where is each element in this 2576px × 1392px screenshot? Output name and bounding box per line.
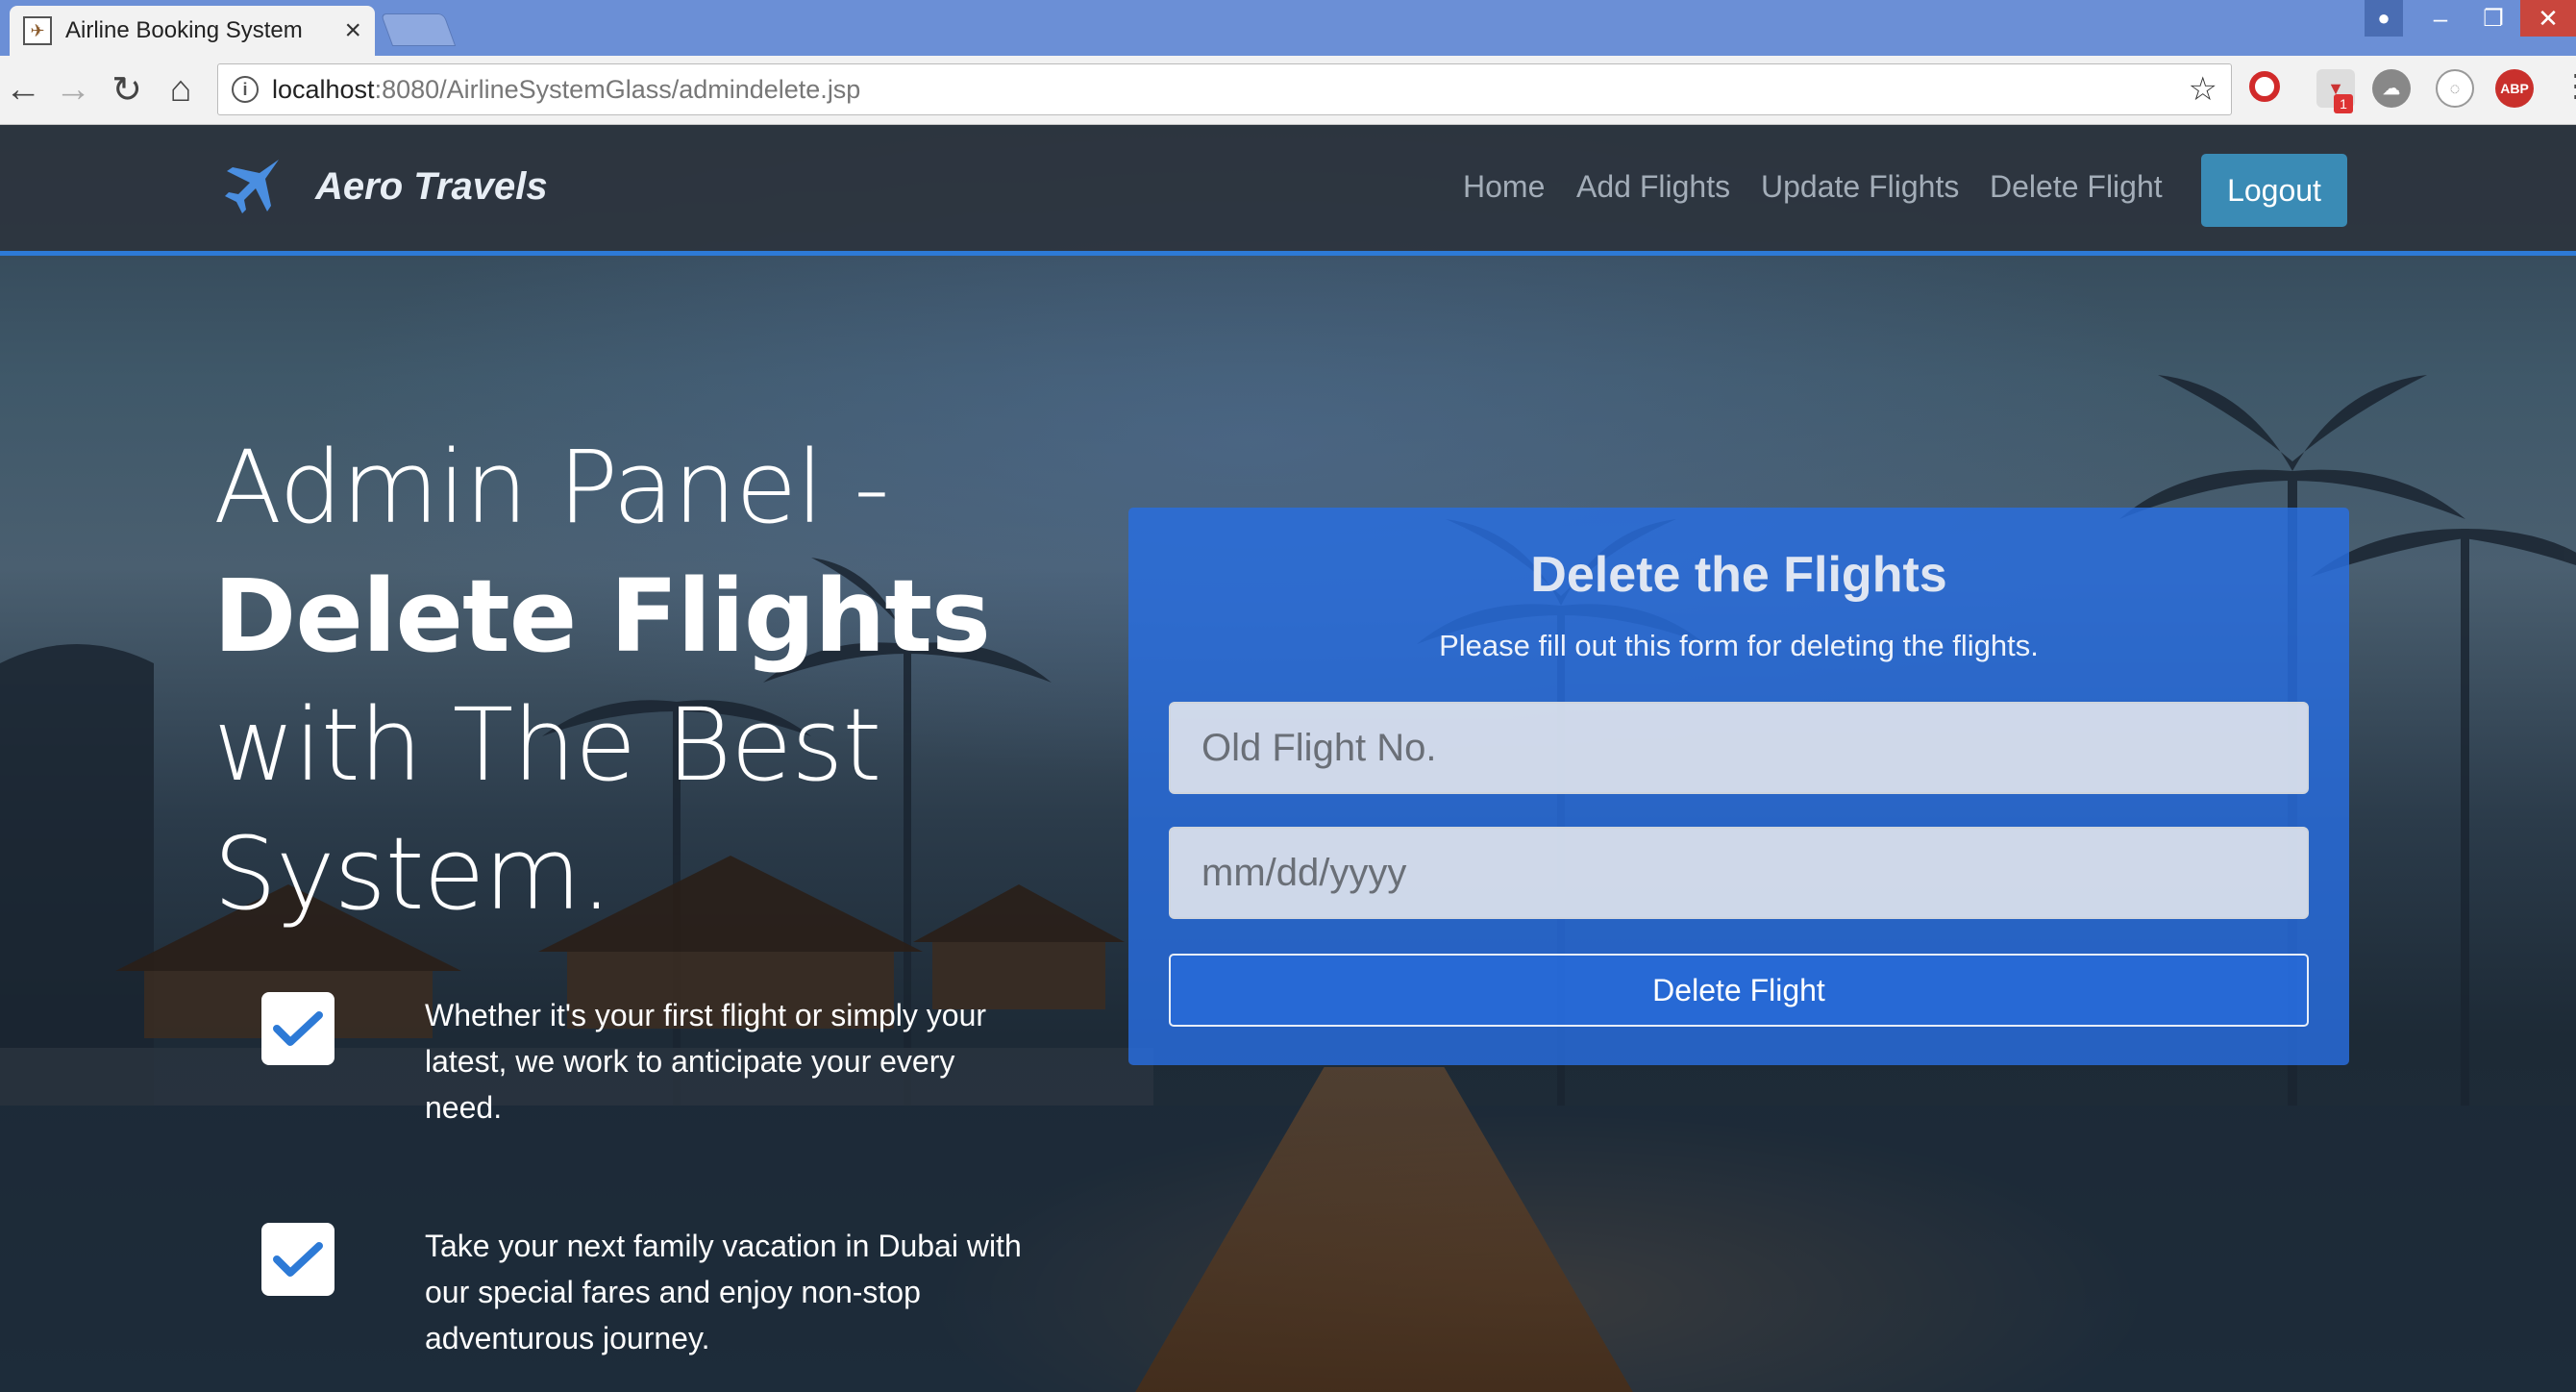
- brand-logo[interactable]: Aero Travels: [221, 156, 548, 217]
- cloud-extension-icon[interactable]: ☁: [2372, 69, 2411, 108]
- back-icon[interactable]: ←: [0, 65, 46, 113]
- checkmark-icon: [261, 992, 334, 1065]
- flight-date-input[interactable]: [1169, 827, 2309, 919]
- hero-line-1: Admin Panel -: [213, 429, 890, 546]
- feature-text: Take your next family vacation in Dubai …: [425, 1229, 1022, 1355]
- delete-flight-button[interactable]: Delete Flight: [1169, 954, 2309, 1027]
- airplane-icon: [225, 160, 279, 213]
- restore-button[interactable]: ❐: [2466, 0, 2520, 37]
- opera-extension-icon[interactable]: [2249, 71, 2280, 102]
- form-subtitle: Please fill out this form for deleting t…: [1439, 629, 2039, 662]
- form-title: Delete the Flights: [1530, 547, 1947, 603]
- close-tab-icon[interactable]: ×: [344, 14, 361, 47]
- info-icon[interactable]: i: [232, 76, 259, 103]
- browser-tab-strip: ✈ Airline Booking System × ● – ❐ ✕: [0, 0, 2576, 56]
- forward-icon[interactable]: →: [50, 65, 96, 113]
- ghostery-extension-icon[interactable]: ◌: [2436, 69, 2474, 108]
- extension-badge: 1: [2334, 94, 2353, 113]
- home-icon[interactable]: ⌂: [158, 65, 204, 113]
- new-tab-button[interactable]: [380, 13, 457, 46]
- adblock-extension-icon[interactable]: ABP: [2495, 69, 2534, 108]
- feature-item: Whether it's your first flight or simply…: [261, 992, 1040, 1131]
- hero-line-3: with The Best: [213, 686, 881, 804]
- url-host: localhost: [272, 74, 375, 104]
- nav-add-flights-link[interactable]: Add Flights: [1576, 169, 1730, 205]
- close-window-button[interactable]: ✕: [2520, 0, 2576, 37]
- minimize-button[interactable]: –: [2415, 0, 2466, 37]
- user-profile-icon[interactable]: ●: [2365, 0, 2403, 37]
- address-bar[interactable]: i localhost :8080/AirlineSystemGlass/adm…: [217, 63, 2232, 115]
- tab-title: Airline Booking System: [65, 17, 303, 43]
- top-navbar: Aero Travels Home Add Flights Update Fli…: [0, 125, 2576, 256]
- old-flight-number-input[interactable]: [1169, 702, 2309, 794]
- browser-toolbar: ← → ↻ ⌂ i localhost :8080/AirlineSystemG…: [0, 56, 2576, 125]
- hero-line-2: Delete Flights: [213, 558, 991, 675]
- page-content: Aero Travels Home Add Flights Update Fli…: [0, 125, 2576, 1392]
- url-path: :8080/AirlineSystemGlass/admindelete.jsp: [374, 74, 861, 104]
- nav-update-flights-link[interactable]: Update Flights: [1761, 169, 1959, 205]
- brand-name: Aero Travels: [315, 164, 548, 208]
- logout-button[interactable]: Logout: [2201, 154, 2347, 227]
- checkmark-icon: [261, 1223, 334, 1296]
- nav-delete-flight-link[interactable]: Delete Flight: [1990, 169, 2163, 205]
- favicon-icon: ✈: [23, 16, 52, 45]
- menu-kebab-icon[interactable]: ⋮: [2561, 67, 2576, 104]
- nav-home-link[interactable]: Home: [1463, 169, 1545, 205]
- bookmark-star-icon[interactable]: ☆: [2189, 70, 2217, 109]
- reload-icon[interactable]: ↻: [104, 65, 150, 113]
- browser-tab[interactable]: ✈ Airline Booking System ×: [10, 6, 375, 56]
- hero-line-4: System.: [213, 815, 612, 932]
- feature-item: Take your next family vacation in Dubai …: [261, 1223, 1040, 1361]
- hero-heading: Admin Panel - Delete Flights with The Be…: [213, 423, 991, 938]
- delete-flight-form: Delete the Flights Please fill out this …: [1128, 508, 2349, 1065]
- feature-text: Whether it's your first flight or simply…: [425, 998, 987, 1125]
